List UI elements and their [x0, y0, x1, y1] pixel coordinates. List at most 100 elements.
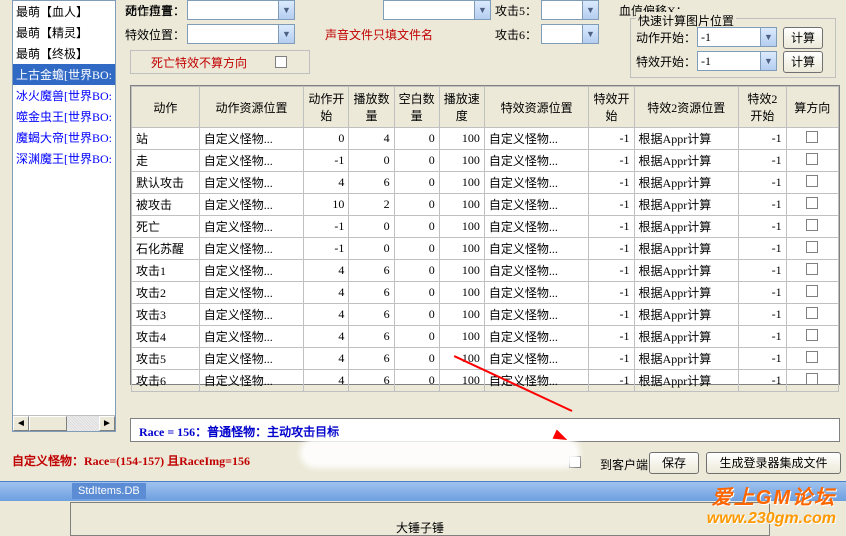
cell[interactable]: 攻击3 [132, 304, 200, 326]
cell[interactable]: -1 [304, 216, 349, 238]
scroll-left[interactable]: ◄ [13, 416, 29, 431]
cell[interactable]: 100 [439, 128, 484, 150]
cell[interactable]: -1 [739, 238, 787, 260]
list-item[interactable]: 冰火魔兽[世界BO: [13, 85, 115, 106]
cell[interactable]: 0 [394, 370, 439, 392]
table-row[interactable]: 攻击6自定义怪物...460100自定义怪物...-1根据Appr计算-1 [132, 370, 839, 392]
cell[interactable]: 自定义怪物... [199, 194, 304, 216]
table-row[interactable]: 被攻击自定义怪物...1020100自定义怪物...-1根据Appr计算-1 [132, 194, 839, 216]
cell[interactable]: -1 [739, 150, 787, 172]
direction-checkbox[interactable] [806, 307, 818, 319]
cell[interactable]: 0 [304, 128, 349, 150]
table-row[interactable]: 石化苏醒自定义怪物...-100100自定义怪物...-1根据Appr计算-1 [132, 238, 839, 260]
cell[interactable]: -1 [739, 172, 787, 194]
monster-list[interactable]: 最萌【血人】最萌【精灵】最萌【终极】上古金蟾[世界BO:冰火魔兽[世界BO:噬金… [12, 0, 116, 432]
cell[interactable]: 走 [132, 150, 200, 172]
list-item[interactable]: 魔蝎大帝[世界BO: [13, 127, 115, 148]
cell[interactable]: 自定义怪物... [484, 282, 589, 304]
cell[interactable]: 自定义怪物... [484, 370, 589, 392]
cell[interactable]: 自定义怪物... [199, 238, 304, 260]
list-scrollbar[interactable]: ◄ ► [13, 415, 115, 431]
cell[interactable]: 0 [349, 216, 394, 238]
cell[interactable]: 4 [304, 172, 349, 194]
cell[interactable]: -1 [739, 282, 787, 304]
cell[interactable]: 0 [394, 348, 439, 370]
cell[interactable]: 6 [349, 326, 394, 348]
cell[interactable]: 2 [349, 194, 394, 216]
cell[interactable]: 站 [132, 128, 200, 150]
cell[interactable]: 6 [349, 370, 394, 392]
atk5-combo[interactable]: ▼ [541, 0, 599, 20]
cell[interactable]: 攻击5 [132, 348, 200, 370]
cell[interactable]: -1 [739, 194, 787, 216]
col-header[interactable]: 特效2开始 [739, 87, 787, 128]
table-row[interactable]: 站自定义怪物...040100自定义怪物...-1根据Appr计算-1 [132, 128, 839, 150]
table-row[interactable]: 默认攻击自定义怪物...460100自定义怪物...-1根据Appr计算-1 [132, 172, 839, 194]
cell[interactable]: 根据Appr计算 [634, 150, 739, 172]
cell[interactable]: 石化苏醒 [132, 238, 200, 260]
col-header[interactable]: 特效资源位置 [484, 87, 589, 128]
cell[interactable]: 100 [439, 150, 484, 172]
cell[interactable]: -1 [589, 326, 634, 348]
cell[interactable]: 6 [349, 172, 394, 194]
cell[interactable]: -1 [304, 238, 349, 260]
table-row[interactable]: 攻击2自定义怪物...460100自定义怪物...-1根据Appr计算-1 [132, 282, 839, 304]
death-sound-combo[interactable]: ▼ [383, 0, 491, 20]
cell[interactable]: 自定义怪物... [484, 238, 589, 260]
list-item[interactable]: 最萌【血人】 [13, 1, 115, 22]
cell[interactable]: 攻击6 [132, 370, 200, 392]
cell[interactable]: 100 [439, 194, 484, 216]
cell[interactable]: -1 [304, 150, 349, 172]
calc-action-button[interactable]: 计算 [783, 27, 823, 49]
direction-cell[interactable] [786, 150, 838, 172]
table-row[interactable]: 攻击4自定义怪物...460100自定义怪物...-1根据Appr计算-1 [132, 326, 839, 348]
cell[interactable]: 攻击2 [132, 282, 200, 304]
cell[interactable]: 自定义怪物... [484, 260, 589, 282]
save-button[interactable]: 保存 [649, 452, 699, 474]
direction-cell[interactable] [786, 282, 838, 304]
cell[interactable]: 攻击4 [132, 326, 200, 348]
cell[interactable]: 根据Appr计算 [634, 348, 739, 370]
direction-cell[interactable] [786, 326, 838, 348]
cell[interactable]: 0 [394, 194, 439, 216]
cell[interactable]: 攻击1 [132, 260, 200, 282]
cell[interactable]: 自定义怪物... [199, 150, 304, 172]
cell[interactable]: -1 [739, 348, 787, 370]
col-header[interactable]: 特效开始 [589, 87, 634, 128]
cell[interactable]: 根据Appr计算 [634, 172, 739, 194]
col-header[interactable]: 动作开始 [304, 87, 349, 128]
cell[interactable]: 4 [304, 304, 349, 326]
cell[interactable]: 自定义怪物... [199, 216, 304, 238]
cell[interactable]: 默认攻击 [132, 172, 200, 194]
cell[interactable]: 6 [349, 282, 394, 304]
cell[interactable]: 根据Appr计算 [634, 370, 739, 392]
table-row[interactable]: 死亡自定义怪物...-100100自定义怪物...-1根据Appr计算-1 [132, 216, 839, 238]
action-pos-combo[interactable]: ▼ [187, 0, 295, 20]
table-row[interactable]: 攻击5自定义怪物...460100自定义怪物...-1根据Appr计算-1 [132, 348, 839, 370]
cell[interactable]: 0 [349, 238, 394, 260]
cell[interactable]: 被攻击 [132, 194, 200, 216]
cell[interactable]: 4 [349, 128, 394, 150]
direction-checkbox[interactable] [806, 351, 818, 363]
cell[interactable]: 100 [439, 282, 484, 304]
direction-checkbox[interactable] [806, 329, 818, 341]
cell[interactable]: -1 [589, 370, 634, 392]
col-header[interactable]: 空白数量 [394, 87, 439, 128]
calc-effect-button[interactable]: 计算 [783, 51, 823, 73]
cell[interactable]: 4 [304, 282, 349, 304]
cell[interactable]: 自定义怪物... [199, 260, 304, 282]
cell[interactable]: 0 [394, 216, 439, 238]
cell[interactable]: 自定义怪物... [199, 348, 304, 370]
cell[interactable]: 10 [304, 194, 349, 216]
direction-checkbox[interactable] [806, 373, 818, 385]
cell[interactable]: 6 [349, 304, 394, 326]
cell[interactable]: 自定义怪物... [484, 194, 589, 216]
cell[interactable]: 100 [439, 260, 484, 282]
cell[interactable]: -1 [739, 370, 787, 392]
list-item[interactable]: 噬金虫王[世界BO: [13, 106, 115, 127]
cell[interactable]: 100 [439, 304, 484, 326]
cell[interactable]: -1 [739, 128, 787, 150]
cell[interactable]: 6 [349, 260, 394, 282]
cell[interactable]: 0 [394, 172, 439, 194]
list-item[interactable]: 最萌【精灵】 [13, 22, 115, 43]
